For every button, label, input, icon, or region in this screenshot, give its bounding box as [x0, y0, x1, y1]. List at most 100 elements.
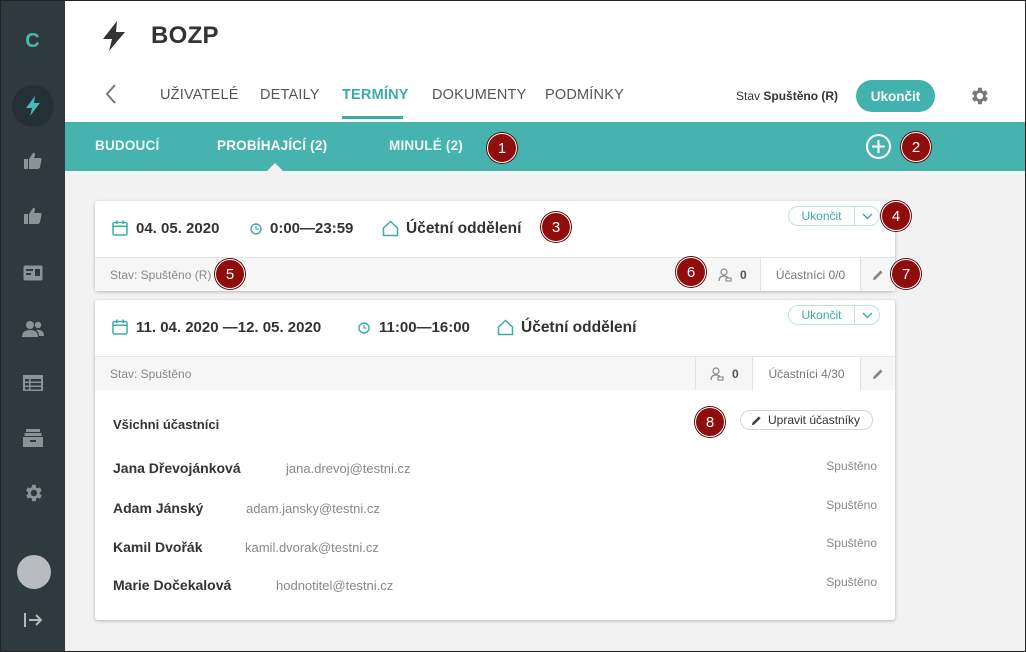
gear-icon: [26, 484, 42, 502]
term-department: Účetní oddělení: [521, 319, 637, 336]
term-end-dropdown[interactable]: [855, 207, 879, 225]
header: BOZP UŽIVATELÉ DETAILY TERMÍNY DOKUMENTY…: [65, 0, 1026, 122]
pencil-icon: [751, 415, 761, 425]
home-icon: [497, 319, 514, 336]
active-subtab-caret: [267, 163, 283, 171]
participant-status: Spuštěno: [826, 498, 877, 512]
term-card-header: 04. 05. 2020 0:00—23:59 Účetní oddělení …: [95, 201, 895, 257]
users-icon: [22, 321, 44, 337]
callout-7: 7: [891, 259, 921, 289]
term-end-dropdown[interactable]: [855, 306, 879, 324]
term-date: 04. 05. 2020: [136, 220, 220, 237]
term-status: Stav: Spuštěno (R): [110, 268, 212, 282]
participants-title: Všichni účastníci: [113, 417, 220, 432]
sidebar-item-users[interactable]: [12, 308, 54, 350]
lightning-icon: [103, 21, 125, 51]
logout-icon: [24, 613, 43, 627]
term-end-button[interactable]: Ukončit: [789, 306, 855, 324]
term-participants-tab[interactable]: Účastníci 0/0: [760, 258, 860, 291]
logout-button[interactable]: [20, 608, 46, 632]
calendar-icon: [112, 319, 128, 335]
callout-2: 2: [901, 132, 931, 162]
archive-icon: [23, 429, 43, 447]
term-edit-button[interactable]: [860, 258, 895, 291]
callout-8: 8: [695, 407, 725, 437]
calendar-icon: [112, 220, 128, 236]
term-count[interactable]: 0: [695, 357, 752, 390]
participant-status: Spuštěno: [826, 575, 877, 589]
callout-4: 4: [881, 201, 911, 231]
gear-icon[interactable]: [968, 85, 990, 107]
callout-3: 3: [541, 212, 571, 242]
avatar[interactable]: [17, 555, 51, 589]
sidebar-item-table[interactable]: [12, 362, 54, 404]
subtab-future[interactable]: BUDOUCÍ: [95, 138, 159, 153]
participant-status: Spuštěno: [826, 536, 877, 550]
subtab-past[interactable]: MINULÉ (2): [389, 138, 463, 153]
term-end-button[interactable]: Ukončit: [789, 207, 855, 225]
term-time: 0:00—23:59: [270, 220, 354, 237]
sidebar-item-bozp[interactable]: [12, 85, 54, 127]
participant-email: jana.drevoj@testni.cz: [286, 461, 411, 476]
sidebar-item-archive[interactable]: [12, 417, 54, 459]
sidebar-item-likes[interactable]: [12, 140, 54, 182]
callout-1: 1: [487, 133, 517, 163]
tab-documents[interactable]: DOKUMENTY: [432, 87, 526, 103]
term-edit-button[interactable]: [860, 357, 895, 390]
pencil-icon: [873, 270, 883, 280]
participant-name: Jana Dřevojánková: [113, 460, 241, 476]
sidebar-item-cards[interactable]: [12, 252, 54, 294]
page-title: BOZP: [151, 22, 219, 49]
term-status: Stav: Spuštěno: [110, 367, 192, 381]
pencil-icon: [873, 369, 883, 379]
chevron-down-icon: [862, 213, 872, 219]
participant-email: adam.jansky@testni.cz: [246, 501, 380, 516]
term-card: 11. 04. 2020 —12. 05. 2020 11:00—16:00 Ú…: [95, 300, 895, 620]
term-date: 11. 04. 2020 —12. 05. 2020: [136, 319, 322, 336]
callout-6: 6: [676, 257, 706, 287]
active-tab-indicator: [342, 116, 403, 119]
term-participants-tab[interactable]: Účastníci 4/30: [752, 357, 860, 391]
participant-name: Marie Dočekalová: [113, 577, 232, 593]
clock-icon: [250, 223, 262, 235]
user-add-icon: [718, 267, 732, 282]
chevron-down-icon: [862, 312, 872, 318]
term-department: Účetní oddělení: [406, 220, 522, 237]
term-end-group: Ukončit: [788, 206, 880, 226]
participant-email: hodnotitel@testni.cz: [276, 578, 394, 593]
sidebar: C: [0, 0, 65, 652]
tab-terms[interactable]: TERMÍNY: [342, 87, 409, 103]
user-add-icon: [710, 366, 724, 381]
sidebar-item-settings[interactable]: [12, 472, 54, 514]
subtab-ongoing[interactable]: PROBÍHAJÍCÍ (2): [217, 138, 327, 153]
home-icon: [382, 220, 399, 237]
table-icon: [23, 375, 43, 391]
status-text: Stav Spuštěno (R): [736, 89, 839, 103]
tab-details[interactable]: DETAILY: [260, 87, 320, 103]
term-card-header: 11. 04. 2020 —12. 05. 2020 11:00—16:00 Ú…: [95, 300, 895, 356]
end-button[interactable]: Ukončit: [856, 80, 935, 112]
thumbs-up-icon: [24, 152, 42, 169]
clock-icon: [358, 322, 370, 334]
callout-5: 5: [215, 259, 245, 289]
tab-conditions[interactable]: PODMÍNKY: [545, 87, 624, 103]
term-end-group: Ukončit: [788, 305, 880, 325]
app-logo[interactable]: C: [0, 30, 65, 53]
plus-icon: [872, 140, 885, 153]
edit-participants-button[interactable]: Upravit účastníky: [740, 410, 874, 430]
subnav: BUDOUCÍ PROBÍHAJÍCÍ (2) MINULÉ (2): [65, 122, 1026, 171]
term-card-footer: Stav: Spuštěno 0 Účastníci 4/30: [95, 356, 895, 391]
tab-users[interactable]: UŽIVATELÉ: [160, 87, 239, 103]
sidebar-item-likes-2[interactable]: [12, 195, 54, 237]
participant-name: Kamil Dvořák: [113, 539, 203, 555]
participant-name: Adam Jánský: [113, 500, 204, 516]
term-time: 11:00—16:00: [379, 319, 470, 336]
id-card-icon: [23, 265, 43, 281]
participant-status: Spuštěno: [826, 459, 877, 473]
participant-email: kamil.dvorak@testni.cz: [245, 540, 379, 555]
lightning-icon: [26, 96, 40, 116]
thumbs-up-icon: [24, 207, 42, 224]
add-term-button[interactable]: [866, 134, 891, 159]
back-button[interactable]: [103, 82, 119, 106]
status-value: Spuštěno (R): [763, 89, 839, 103]
